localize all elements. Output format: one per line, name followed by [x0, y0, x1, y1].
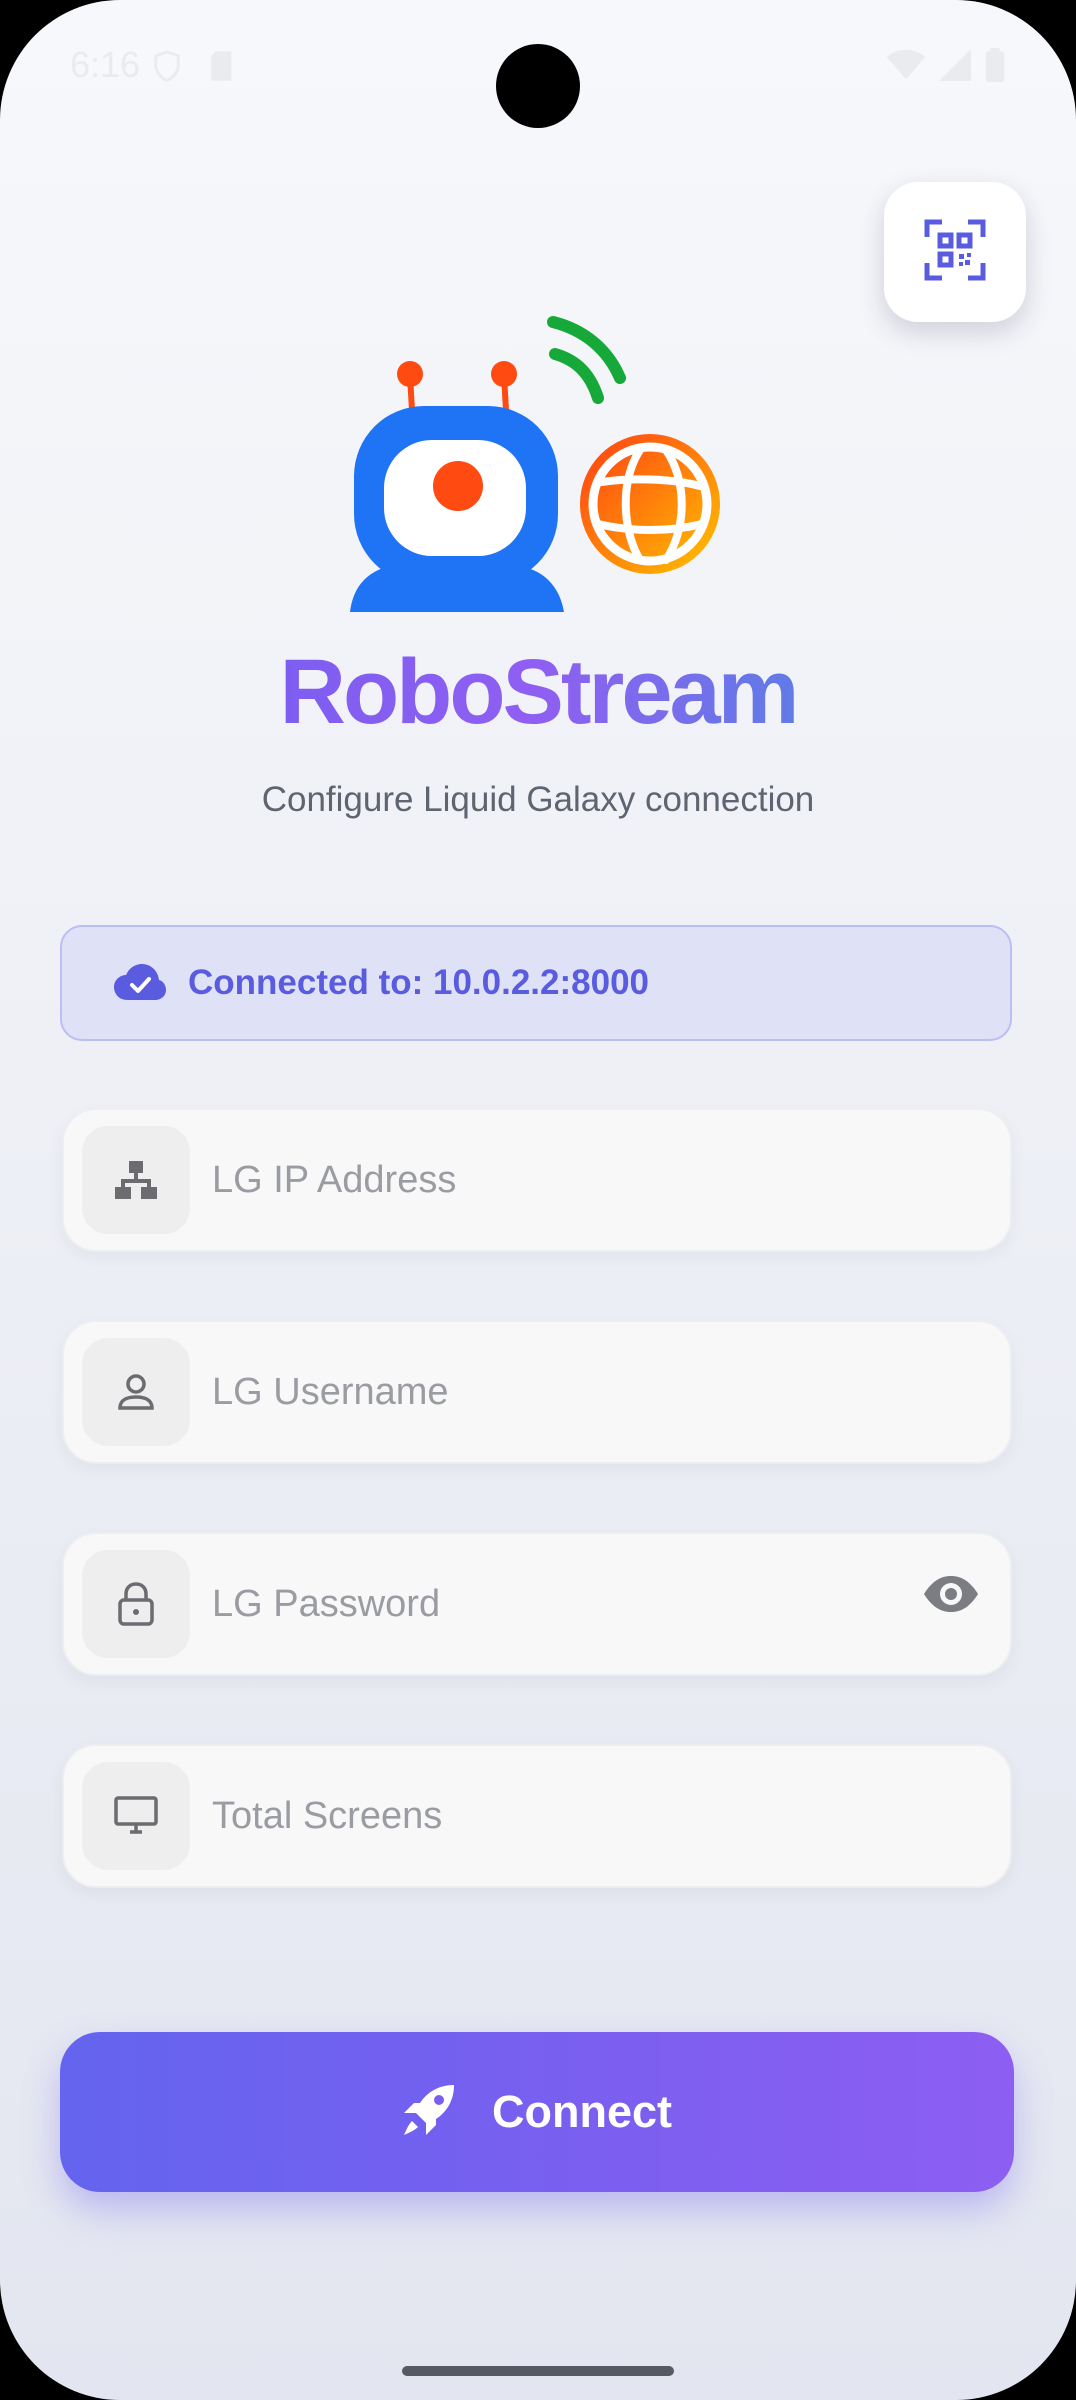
connection-status-banner: Connected to: 10.0.2.2:8000	[60, 925, 1012, 1041]
lock-icon	[82, 1550, 190, 1658]
app-title: RoboStream	[0, 640, 1076, 745]
camera-cutout	[496, 44, 580, 128]
total-screens-input[interactable]	[212, 1746, 900, 1886]
connect-button-label: Connect	[492, 2086, 672, 2137]
qr-scan-button[interactable]	[884, 182, 1026, 322]
eye-icon[interactable]	[922, 1574, 980, 1619]
sd-card-icon	[208, 50, 236, 87]
rocket-icon	[402, 2083, 456, 2142]
total-screens-field[interactable]	[62, 1744, 1012, 1888]
password-field[interactable]	[62, 1532, 1012, 1676]
page-subtitle: Configure Liquid Galaxy connection	[261, 780, 815, 819]
connection-status-text: Connected to: 10.0.2.2:8000	[188, 963, 649, 1002]
status-time: 6:16	[70, 44, 141, 85]
status-icons	[886, 48, 1006, 87]
shield-icon	[150, 48, 184, 89]
network-icon	[82, 1126, 190, 1234]
home-indicator[interactable]	[402, 2366, 674, 2376]
battery-icon	[984, 48, 1006, 87]
app-logo	[340, 310, 740, 630]
ip-address-field[interactable]	[62, 1108, 1012, 1252]
signal-icon	[938, 49, 972, 86]
ip-address-input[interactable]	[212, 1110, 900, 1250]
qr-scan-icon	[924, 219, 986, 286]
cloud-check-icon	[114, 964, 166, 1002]
connect-button[interactable]: Connect	[60, 2032, 1014, 2192]
username-field[interactable]	[62, 1320, 1012, 1464]
phone-screen: 6:16 RoboStream Configure Liquid Galaxy …	[0, 0, 1076, 2400]
password-input[interactable]	[212, 1534, 900, 1674]
person-icon	[82, 1338, 190, 1446]
wifi-icon	[886, 49, 926, 86]
username-input[interactable]	[212, 1322, 900, 1462]
monitor-icon	[82, 1762, 190, 1870]
